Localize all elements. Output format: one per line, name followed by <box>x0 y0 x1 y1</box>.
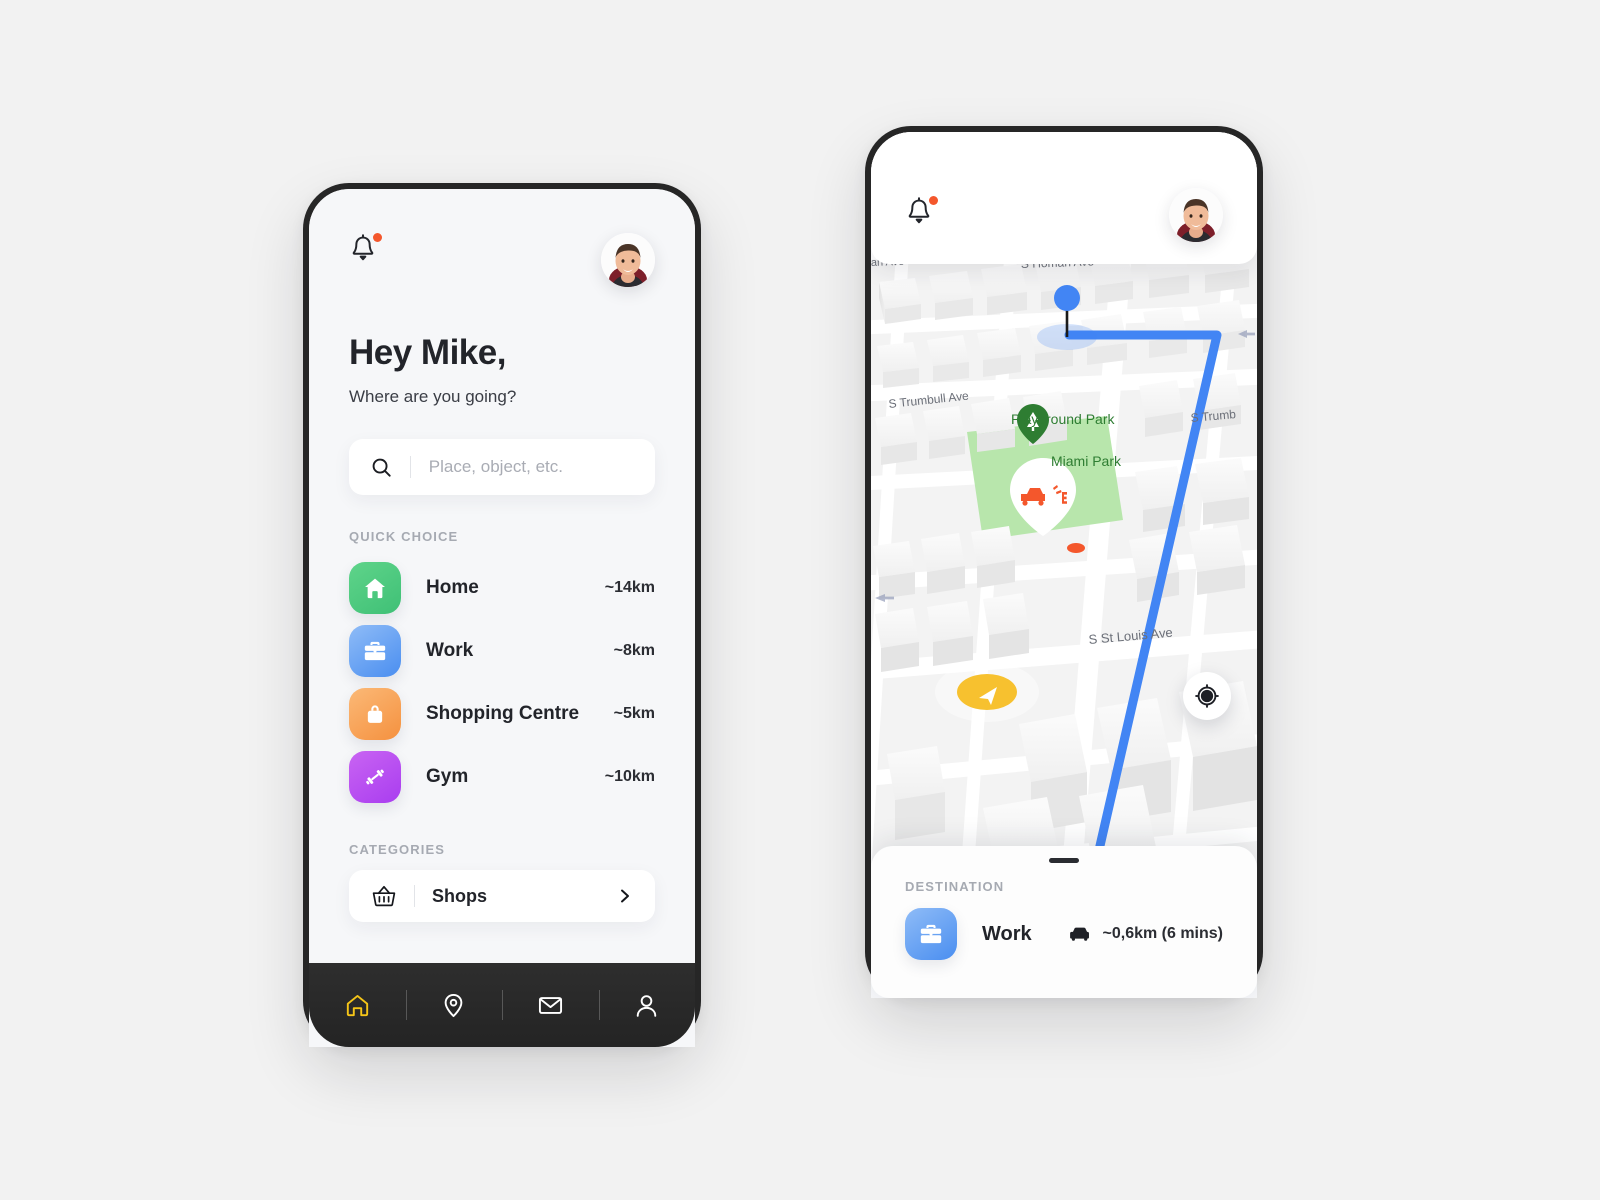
search-input[interactable] <box>428 457 633 477</box>
nav-item-location[interactable] <box>406 963 503 1047</box>
notification-button[interactable] <box>349 233 383 271</box>
home-icon <box>346 994 368 1016</box>
quick-choice-item-gym[interactable]: Gym ~10km <box>349 745 655 808</box>
page-subtitle: Where are you going? <box>349 387 517 406</box>
home-screen: Hey Mike, Where are you going? QUICK CHO… <box>309 189 695 1047</box>
category-label: Shops <box>432 885 488 906</box>
avatar-photo <box>601 233 655 287</box>
destination-name: Work <box>982 922 1032 945</box>
crosshair-icon <box>1195 684 1219 708</box>
car-icon <box>1069 927 1089 941</box>
svg-text:Miami Park: Miami Park <box>1051 453 1122 469</box>
category-divider <box>414 885 415 907</box>
quick-choice-distance: ~8km <box>613 641 655 659</box>
gym-tile <box>349 750 401 803</box>
categories-heading: CATEGORIES <box>349 842 445 857</box>
avatar[interactable] <box>1169 188 1223 242</box>
quick-choice-label: Gym <box>426 765 469 787</box>
notification-badge-dot <box>373 233 382 242</box>
dumbbell-icon <box>366 769 384 784</box>
canvas: Hey Mike, Where are you going? QUICK CHO… <box>0 0 1600 1200</box>
bag-icon <box>367 704 383 723</box>
quick-choice-label: Home <box>426 576 479 598</box>
briefcase-icon <box>920 924 942 944</box>
home-topbar <box>349 189 655 287</box>
chevron-right-icon <box>621 889 629 903</box>
recenter-button[interactable] <box>1183 672 1231 720</box>
quick-choice-item-work[interactable]: Work ~8km <box>349 619 655 682</box>
eta-text: ~0,6km (6 mins) <box>1102 925 1224 942</box>
page-title: Hey Mike, <box>349 333 506 372</box>
quick-choice-heading: QUICK CHOICE <box>349 529 459 544</box>
basket-icon <box>372 885 396 907</box>
briefcase-icon <box>364 641 386 660</box>
home-tile <box>349 561 401 614</box>
avatar[interactable] <box>601 233 655 287</box>
shopping-tile <box>349 687 401 740</box>
notification-badge-dot <box>929 196 938 205</box>
work-tile <box>905 908 957 960</box>
quick-choice-distance: ~14km <box>604 578 655 596</box>
quick-choice-label: Shopping Centre <box>426 702 580 724</box>
nav-item-messages[interactable] <box>502 963 599 1047</box>
person-icon <box>637 994 657 1017</box>
quick-choice-distance: ~10km <box>604 767 655 785</box>
destination-row[interactable]: Work ~0,6km (6 mins) <box>905 908 1223 960</box>
quick-choice-distance: ~5km <box>613 704 655 722</box>
pin-icon <box>444 993 463 1017</box>
user-marker <box>935 662 1039 722</box>
nav-item-profile[interactable] <box>599 963 696 1047</box>
bottom-navigation <box>309 963 695 1047</box>
category-item-shops[interactable]: Shops <box>349 870 655 922</box>
sheet-drag-handle[interactable] <box>1049 858 1079 863</box>
quick-choice-label: Work <box>426 639 474 661</box>
phone-home: Hey Mike, Where are you going? QUICK CHO… <box>303 183 701 1047</box>
search-divider <box>410 456 411 478</box>
quick-choice-item-shopping-centre[interactable]: Shopping Centre ~5km <box>349 682 655 745</box>
destination-heading: DESTINATION <box>905 879 1005 894</box>
house-icon <box>365 578 385 598</box>
destination-sheet: DESTINATION Work ~0,6km (6 mins) <box>871 846 1257 998</box>
quick-choice-list: Home ~14km Work ~8km Shopping Centre ~5k… <box>349 556 655 808</box>
phone-navigation: an Ave S Homan Ave S Trumbull Ave S Trum… <box>865 126 1263 998</box>
quick-choice-item-home[interactable]: Home ~14km <box>349 556 655 619</box>
map-screen: an Ave S Homan Ave S Trumbull Ave S Trum… <box>871 132 1257 998</box>
eta-group: ~0,6km (6 mins) <box>1069 925 1224 943</box>
search-bar[interactable] <box>349 439 655 495</box>
home-content: Hey Mike, Where are you going? QUICK CHO… <box>309 189 695 963</box>
map-topbar <box>871 132 1257 264</box>
mail-icon <box>538 996 562 1014</box>
search-icon <box>372 458 391 477</box>
notification-button[interactable] <box>905 196 939 234</box>
work-tile <box>349 624 401 677</box>
nav-item-home[interactable] <box>309 963 406 1047</box>
svg-text:Playground Park: Playground Park <box>1011 411 1116 427</box>
avatar-photo <box>1169 188 1223 242</box>
